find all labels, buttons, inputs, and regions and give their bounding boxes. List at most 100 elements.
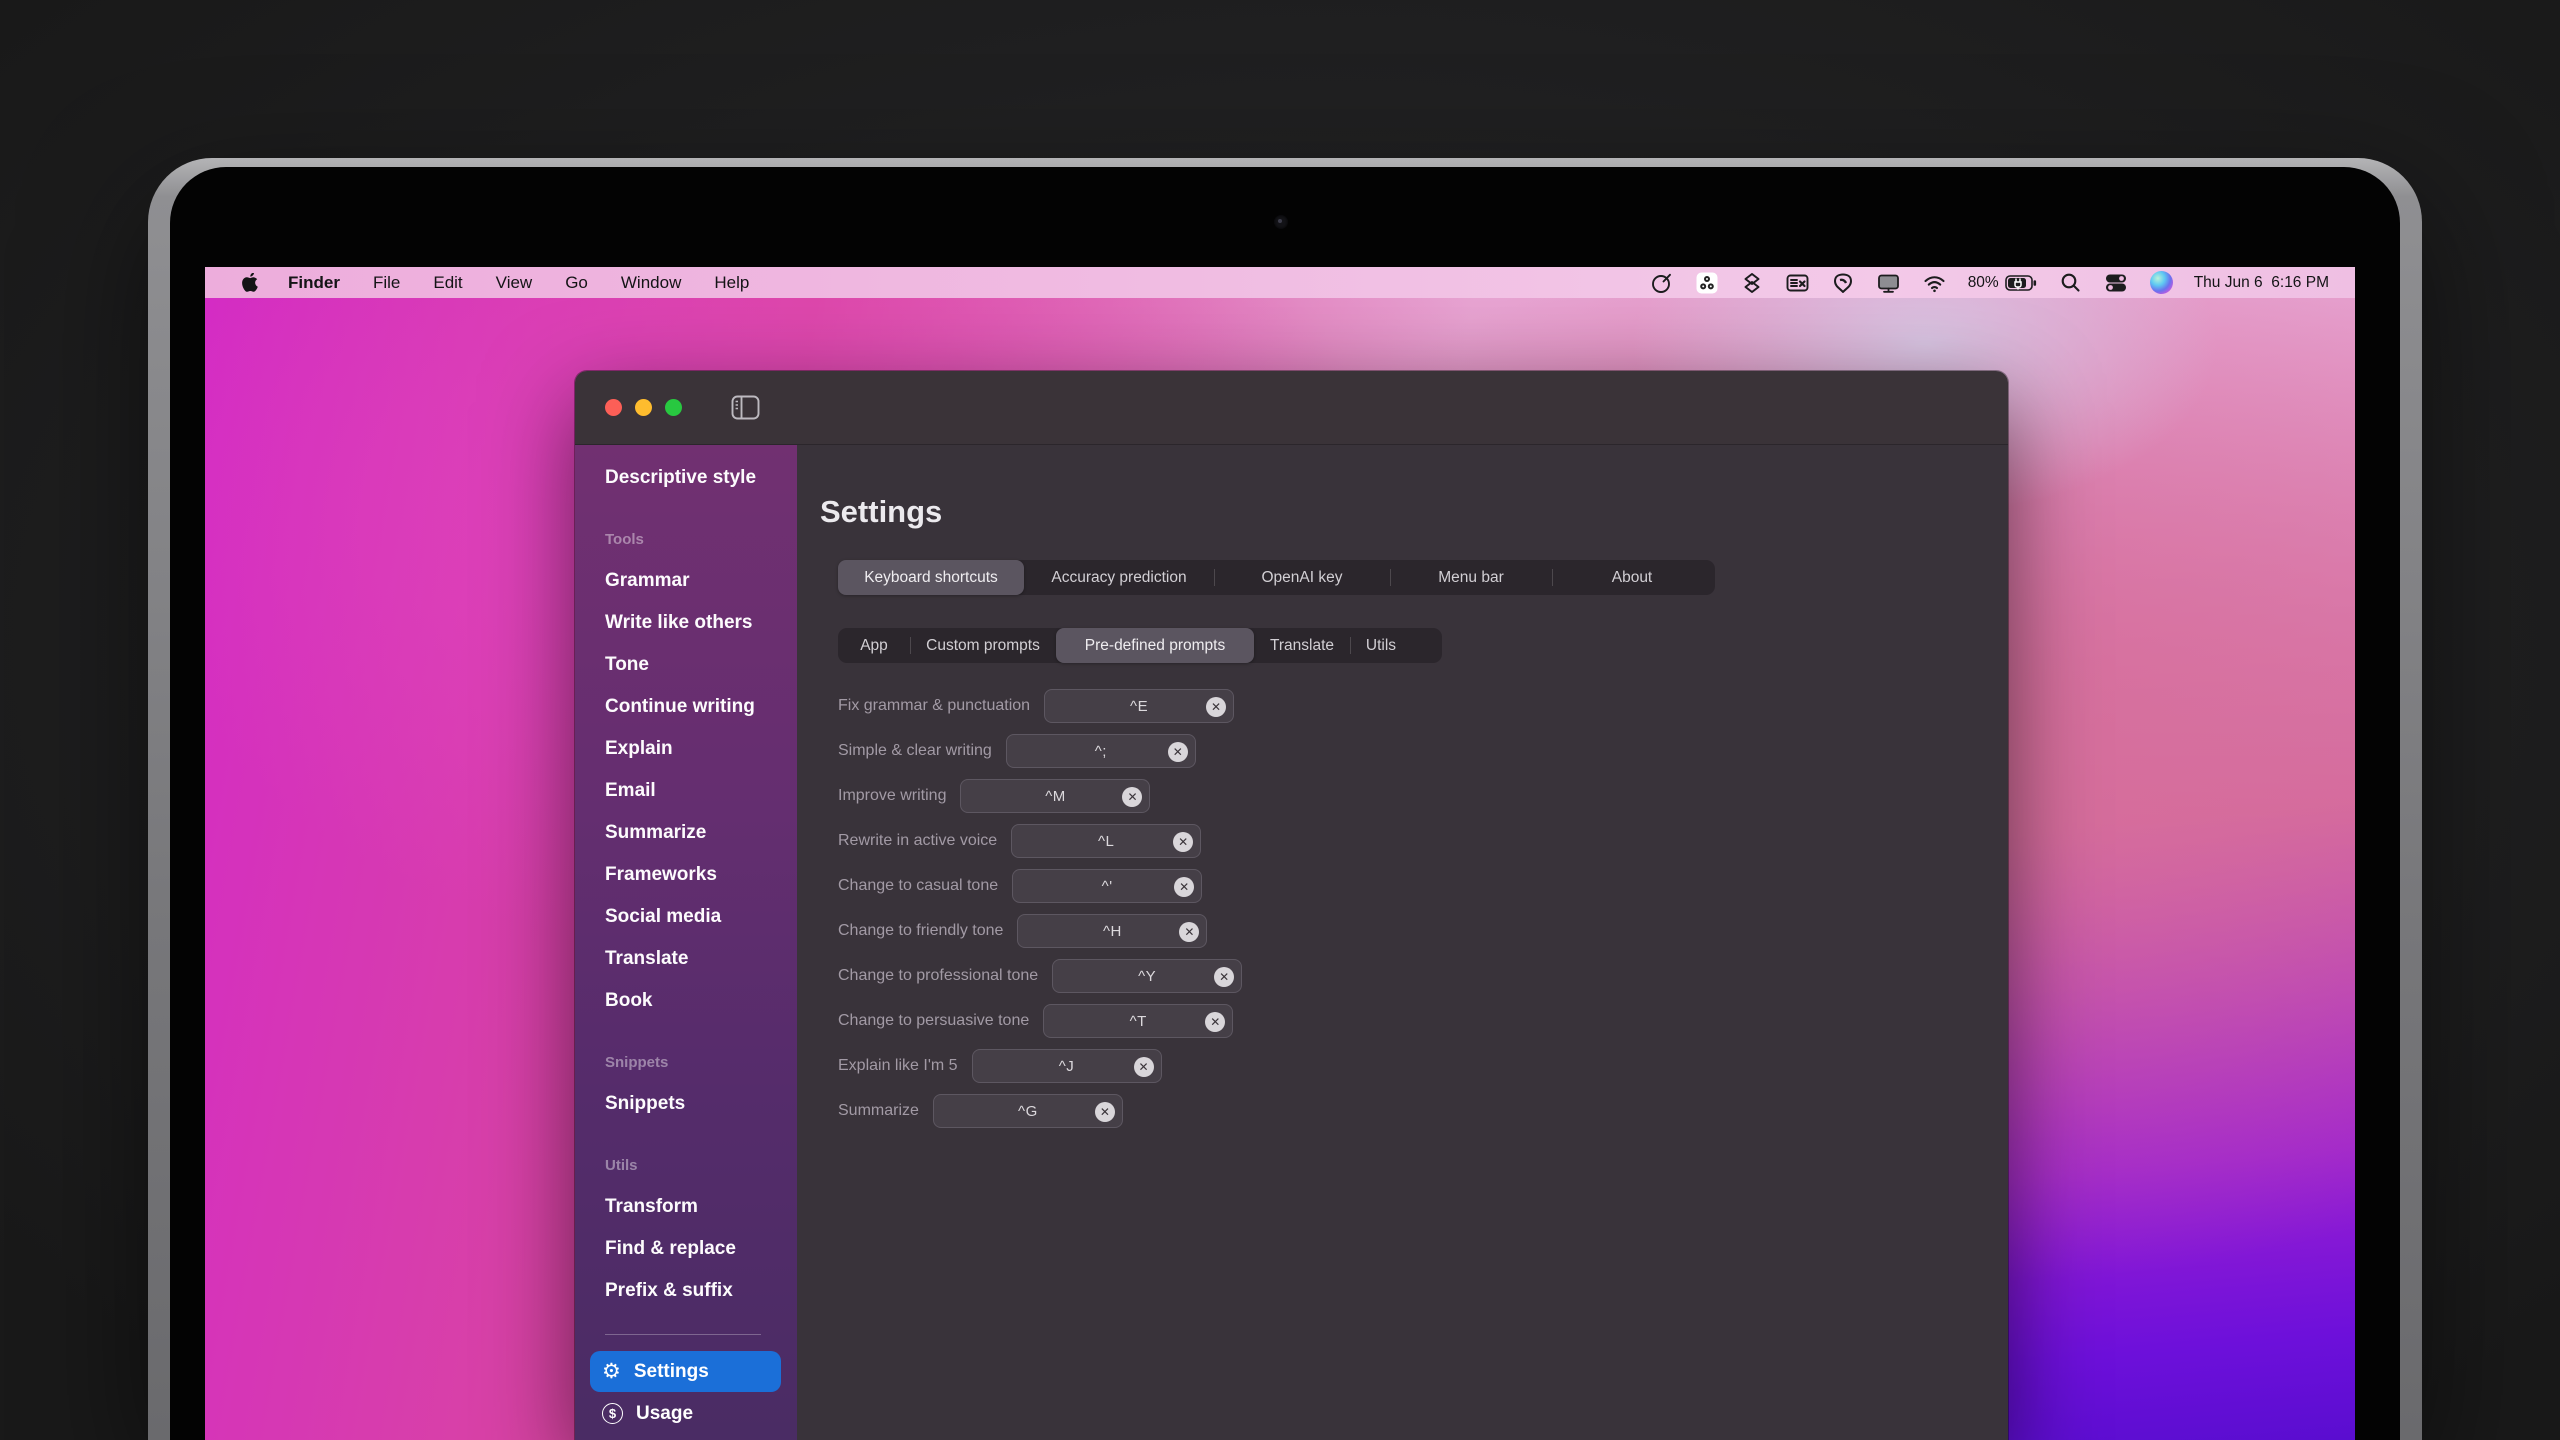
shortcut-value: ^; [1095, 743, 1107, 760]
sidebar-item[interactable]: Frameworks [575, 854, 797, 896]
settings-tab[interactable]: Keyboard shortcuts [838, 560, 1024, 595]
sidebar-list: Descriptive style ToolsGrammarWrite like … [575, 445, 797, 1312]
menu-item[interactable]: Window [621, 273, 681, 293]
sidebar-item: Tools [575, 518, 797, 560]
sidebar-item[interactable]: Book [575, 980, 797, 1022]
sidebar-item[interactable]: Grammar [575, 560, 797, 602]
shortcut-field[interactable]: ^G ✕ [933, 1094, 1123, 1128]
sidebar-item[interactable]: Descriptive style [575, 457, 797, 499]
sidebar-item[interactable]: Prefix & suffix [575, 1270, 797, 1312]
remove-shortcut-icon[interactable]: ✕ [1174, 877, 1194, 897]
shortcut-value: ^L [1098, 833, 1114, 850]
shortcut-field[interactable]: ^M ✕ [960, 779, 1150, 813]
sidebar-toggle-icon[interactable] [731, 395, 760, 420]
gauge-icon[interactable] [1650, 271, 1674, 295]
settings-tab[interactable]: About [1552, 560, 1712, 595]
display-icon[interactable] [1876, 271, 1901, 295]
sidebar-item[interactable]: Continue writing [575, 686, 797, 728]
remove-shortcut-icon[interactable]: ✕ [1214, 967, 1234, 987]
shortcut-row: Change to casual tone ^' ✕ [838, 869, 2008, 903]
shortcut-category-tab[interactable]: Translate [1254, 628, 1350, 663]
shortcut-row: Rewrite in active voice ^L ✕ [838, 824, 2008, 858]
app-dots-icon[interactable] [1695, 271, 1719, 295]
remove-shortcut-icon[interactable]: ✕ [1205, 1012, 1225, 1032]
shortcut-category-tab[interactable]: App [838, 628, 910, 663]
settings-tab[interactable]: OpenAI key [1214, 560, 1390, 595]
sidebar-item-usage[interactable]: $ Usage [590, 1393, 781, 1434]
dollar-icon: $ [602, 1403, 623, 1424]
shortcut-value: ^G [1018, 1103, 1038, 1120]
sidebar-item[interactable]: Snippets [575, 1083, 797, 1125]
sidebar-item[interactable]: Find & replace [575, 1228, 797, 1270]
menu-item[interactable]: Edit [433, 273, 462, 293]
shortcut-value: ^T [1130, 1013, 1147, 1030]
remove-shortcut-icon[interactable]: ✕ [1134, 1057, 1154, 1077]
minimize-button[interactable] [635, 399, 652, 416]
siri-icon[interactable] [2150, 271, 2173, 294]
sidebar-item: Snippets [575, 1041, 797, 1083]
menu-item[interactable]: Help [714, 273, 749, 293]
remove-shortcut-icon[interactable]: ✕ [1168, 742, 1188, 762]
menu-item[interactable]: Go [565, 273, 588, 293]
shortcut-field[interactable]: ^; ✕ [1006, 734, 1196, 768]
shortcut-label: Explain like I'm 5 [838, 1057, 958, 1075]
settings-tab[interactable]: Menu bar [1390, 560, 1552, 595]
shortcut-value: ^Y [1138, 968, 1156, 985]
macbook-frame: FinderFileEditViewGoWindowHelp 80% Thu J… [148, 158, 2422, 1440]
shortcut-category-tab[interactable]: Custom prompts [910, 628, 1056, 663]
remove-shortcut-icon[interactable]: ✕ [1122, 787, 1142, 807]
shortcut-row: Summarize ^G ✕ [838, 1094, 2008, 1128]
menu-editor-icon[interactable] [1785, 271, 1810, 295]
shortcut-row: Fix grammar & punctuation ^E ✕ [838, 689, 2008, 723]
remove-shortcut-icon[interactable]: ✕ [1179, 922, 1199, 942]
shortcut-field[interactable]: ^J ✕ [972, 1049, 1162, 1083]
apple-menu[interactable] [242, 273, 258, 292]
macbook-screen: FinderFileEditViewGoWindowHelp 80% Thu J… [205, 267, 2355, 1440]
close-button[interactable] [605, 399, 622, 416]
shortcut-field[interactable]: ^L ✕ [1011, 824, 1201, 858]
settings-content: Settings Keyboard shortcutsAccuracy pred… [797, 445, 2008, 1440]
sidebar-item[interactable]: Email [575, 770, 797, 812]
sidebar-item[interactable]: Write like others [575, 602, 797, 644]
shortcut-field[interactable]: ^Y ✕ [1052, 959, 1242, 993]
sidebar: Descriptive style ToolsGrammarWrite like … [575, 445, 797, 1440]
control-center-icon[interactable] [2103, 271, 2129, 295]
window-titlebar[interactable] [575, 371, 2008, 445]
sidebar-item-label: Settings [634, 1361, 709, 1383]
menu-item[interactable]: Finder [288, 273, 340, 293]
shortcut-label: Fix grammar & punctuation [838, 697, 1030, 715]
zoom-button[interactable] [665, 399, 682, 416]
settings-tab[interactable]: Accuracy prediction [1024, 560, 1214, 595]
remove-shortcut-icon[interactable]: ✕ [1173, 832, 1193, 852]
layers-icon[interactable] [1740, 271, 1764, 295]
sidebar-item[interactable]: Tone [575, 644, 797, 686]
remove-shortcut-icon[interactable]: ✕ [1206, 697, 1226, 717]
shortcut-field[interactable]: ^T ✕ [1043, 1004, 1233, 1038]
shortcut-field[interactable]: ^E ✕ [1044, 689, 1234, 723]
sidebar-item[interactable]: Summarize [575, 812, 797, 854]
menu-item[interactable]: View [496, 273, 533, 293]
pick-icon[interactable] [1831, 271, 1855, 295]
wifi-icon[interactable] [1922, 271, 1947, 295]
sidebar-item[interactable]: Social media [575, 896, 797, 938]
battery-percentage: 80% [1968, 274, 1999, 292]
shortcut-row: Change to persuasive tone ^T ✕ [838, 1004, 2008, 1038]
spotlight-icon[interactable] [2059, 271, 2082, 294]
shortcut-category-tab[interactable]: Pre-defined prompts [1056, 628, 1254, 663]
shortcut-category-tab[interactable]: Utils [1350, 628, 1412, 663]
shortcut-field[interactable]: ^' ✕ [1012, 869, 1202, 903]
sidebar-item-settings[interactable]: ⚙ Settings [590, 1351, 781, 1392]
sidebar-item[interactable]: Translate [575, 938, 797, 980]
shortcut-value: ^J [1059, 1058, 1075, 1075]
shortcut-field[interactable]: ^H ✕ [1017, 914, 1207, 948]
sidebar-item[interactable]: Transform [575, 1186, 797, 1228]
shortcut-row: Change to professional tone ^Y ✕ [838, 959, 2008, 993]
sidebar-item[interactable]: Explain [575, 728, 797, 770]
sidebar-footer: ⚙ Settings $ Usage [575, 1351, 797, 1434]
settings-tabs: Keyboard shortcutsAccuracy predictionOpe… [838, 560, 1715, 595]
shortcut-label: Change to persuasive tone [838, 1012, 1029, 1030]
battery-charging-icon[interactable] [2005, 274, 2038, 292]
shortcut-row: Improve writing ^M ✕ [838, 779, 2008, 813]
remove-shortcut-icon[interactable]: ✕ [1095, 1102, 1115, 1122]
menu-item[interactable]: File [373, 273, 400, 293]
